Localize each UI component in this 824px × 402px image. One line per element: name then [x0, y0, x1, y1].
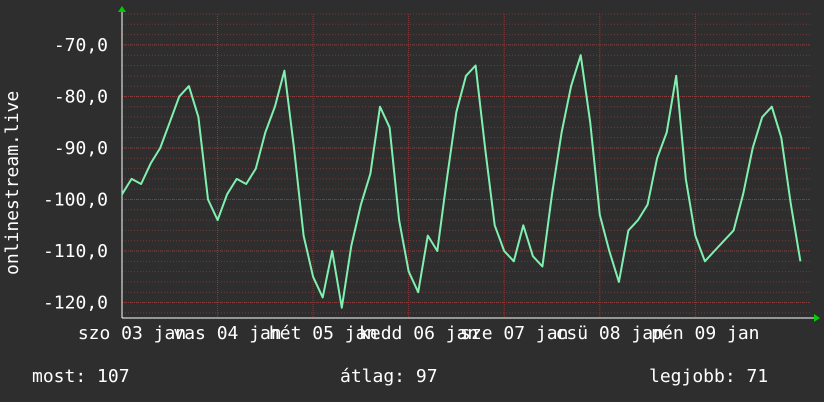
x-axis-ticks: szo 03 janvas 04 janhét 05 jankedd 06 ja… — [78, 323, 760, 344]
y-tick-label: -90,0 — [54, 138, 108, 159]
y-tick-label: -100,0 — [43, 189, 108, 210]
x-tick-label: pén 09 jan — [651, 323, 759, 344]
y-tick-label: -80,0 — [54, 86, 108, 107]
latency-line-chart: -70,0 -80,0 -90,0 -100,0 -110,0 -120,0 szo 03… — [0, 0, 824, 402]
x-tick-label: csü 08 jan — [556, 323, 664, 344]
y-tick-label: -110,0 — [43, 241, 108, 262]
y-tick-label: -70,0 — [54, 35, 108, 56]
current-value-label: most: 107 — [32, 366, 130, 387]
y-tick-label: -120,0 — [43, 293, 108, 314]
average-value-label: átlag: 97 — [340, 366, 438, 387]
best-value-label: legjobb: 71 — [649, 366, 768, 387]
y-axis-label: onlinestream.live — [2, 91, 23, 275]
x-tick-label: vas 04 jan — [173, 323, 281, 344]
x-tick-label: sze 07 jan — [460, 323, 568, 344]
x-tick-label: szo 03 jan — [78, 323, 186, 344]
